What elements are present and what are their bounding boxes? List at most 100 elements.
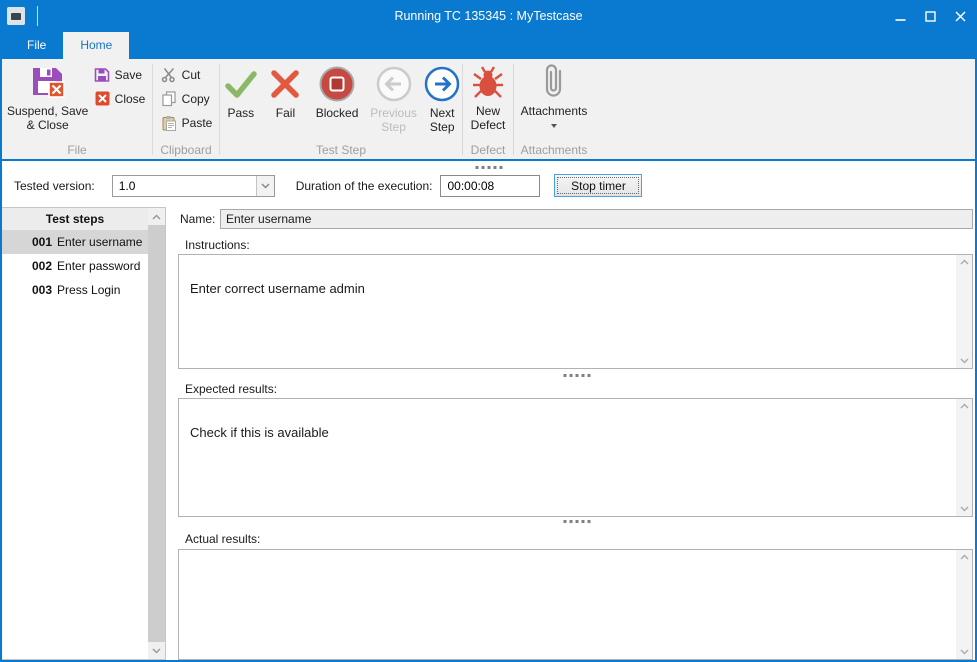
maximize-button[interactable] [915,0,945,32]
splitter-grip[interactable] [563,520,590,523]
chevron-down-icon [960,506,969,512]
paste-button[interactable]: Paste [157,112,216,133]
tab-home[interactable]: Home [63,32,129,59]
ribbon-group-defect: New Defect Defect [463,59,513,159]
step-number: 002 [32,259,52,273]
splitter-grip[interactable] [563,374,590,377]
window-glyph [11,13,21,20]
copy-pages-icon [160,90,179,107]
attachments-button[interactable]: Attachments [515,59,593,142]
suspend-save-close-button[interactable]: Suspend, Save & Close [6,59,90,142]
previous-step-button[interactable]: Previous Step [368,61,420,134]
step-item-002[interactable]: 002 Enter password [2,254,148,278]
minimize-button[interactable] [885,0,915,32]
expected-results-text[interactable]: Check if this is available [179,399,956,516]
step-number: 001 [32,235,52,249]
step-detail-panel: Name: Enter username Instructions: Enter… [178,207,975,660]
splitter-grip[interactable] [475,166,502,169]
stop-timer-button[interactable]: Stop timer [554,174,642,197]
red-x-icon [268,64,302,104]
step-label: Enter password [57,259,140,273]
new-defect-button[interactable]: New Defect [465,59,511,142]
app-icon[interactable] [7,7,25,25]
steps-scrollbar[interactable] [148,208,165,659]
actual-scrollbar[interactable] [956,550,972,659]
floppy-icon [93,66,112,83]
bug-icon [471,62,505,102]
group-label-attachments: Attachments [514,142,594,159]
stop-circle-icon [318,64,356,104]
chevron-up-icon [960,259,969,265]
tested-version-label: Tested version: [14,179,95,193]
clipboard-icon [160,114,179,131]
group-label-clipboard: Clipboard [153,142,219,159]
tested-version-value: 1.0 [113,176,256,196]
button-label: Suspend, Save & Close [6,104,90,132]
combo-dropdown-button[interactable] [256,176,274,196]
step-label: Press Login [57,283,120,297]
cut-button[interactable]: Cut [157,64,216,85]
group-label-file: File [2,142,152,159]
group-label-test-step: Test Step [220,142,462,159]
chevron-down-icon [960,649,969,655]
arrow-right-circle-icon [423,64,461,104]
maximize-icon [925,11,936,22]
instructions-field[interactable]: Enter correct username admin [178,254,973,369]
button-label: Close [115,92,146,106]
titlebar-separator [37,6,38,26]
expected-results-field[interactable]: Check if this is available [178,398,973,517]
close-button[interactable] [945,0,975,32]
step-number: 003 [32,283,52,297]
button-label: Copy [182,92,210,106]
close-button-ribbon[interactable]: Close [90,88,149,109]
expected-scrollbar[interactable] [956,399,972,516]
step-label: Enter username [57,235,142,249]
button-label: Next Step [422,106,462,134]
scroll-down-button[interactable] [148,642,165,659]
duration-field[interactable]: 00:00:08 [440,175,540,197]
next-step-button[interactable]: Next Step [422,61,462,134]
fail-button[interactable]: Fail [265,61,307,120]
title-bar: Running TC 135345 : MyTestcase [2,0,975,32]
step-item-001[interactable]: 001 Enter username [2,230,148,254]
instructions-scrollbar[interactable] [956,255,972,368]
name-label: Name: [180,212,220,226]
window-controls [885,0,975,32]
chevron-down-icon [152,648,161,654]
ribbon-group-file: Suspend, Save & Close Save [2,59,152,159]
instructions-text[interactable]: Enter correct username admin [179,255,956,368]
close-icon [955,11,966,22]
expected-results-label: Expected results: [185,382,277,396]
tested-version-select[interactable]: 1.0 [112,175,275,197]
app-window: Running TC 135345 : MyTestcase File Home [0,0,977,662]
paperclip-icon [541,62,567,102]
actual-results-text[interactable] [179,550,956,659]
green-check-icon [223,64,259,104]
actual-results-label: Actual results: [185,532,260,546]
test-steps-header: Test steps [2,208,148,230]
button-label: Pass [227,106,254,120]
group-label-defect: Defect [463,142,513,159]
chevron-up-icon [152,214,161,220]
name-field[interactable]: Enter username [220,209,973,229]
scissors-icon [160,66,179,83]
chevron-down-icon [960,358,969,364]
duration-label: Duration of the execution: [296,179,433,193]
pass-button[interactable]: Pass [220,61,262,120]
button-label: Previous Step [368,106,420,134]
button-label: Fail [276,106,295,120]
copy-button[interactable]: Copy [157,88,216,109]
scroll-up-button[interactable] [148,208,165,225]
window-title: Running TC 135345 : MyTestcase [2,9,975,23]
button-label: Blocked [316,106,359,120]
arrow-left-circle-icon [375,64,413,104]
step-item-003[interactable]: 003 Press Login [2,278,148,302]
scrollbar-thumb[interactable] [148,225,165,642]
chevron-up-icon [960,403,969,409]
test-steps-list: Test steps 001 Enter username 002 Enter … [2,208,148,659]
blocked-button[interactable]: Blocked [309,61,365,120]
floppy-close-icon [30,62,66,102]
actual-results-field[interactable] [178,549,973,660]
save-button[interactable]: Save [90,64,149,85]
tab-file[interactable]: File [10,32,63,59]
